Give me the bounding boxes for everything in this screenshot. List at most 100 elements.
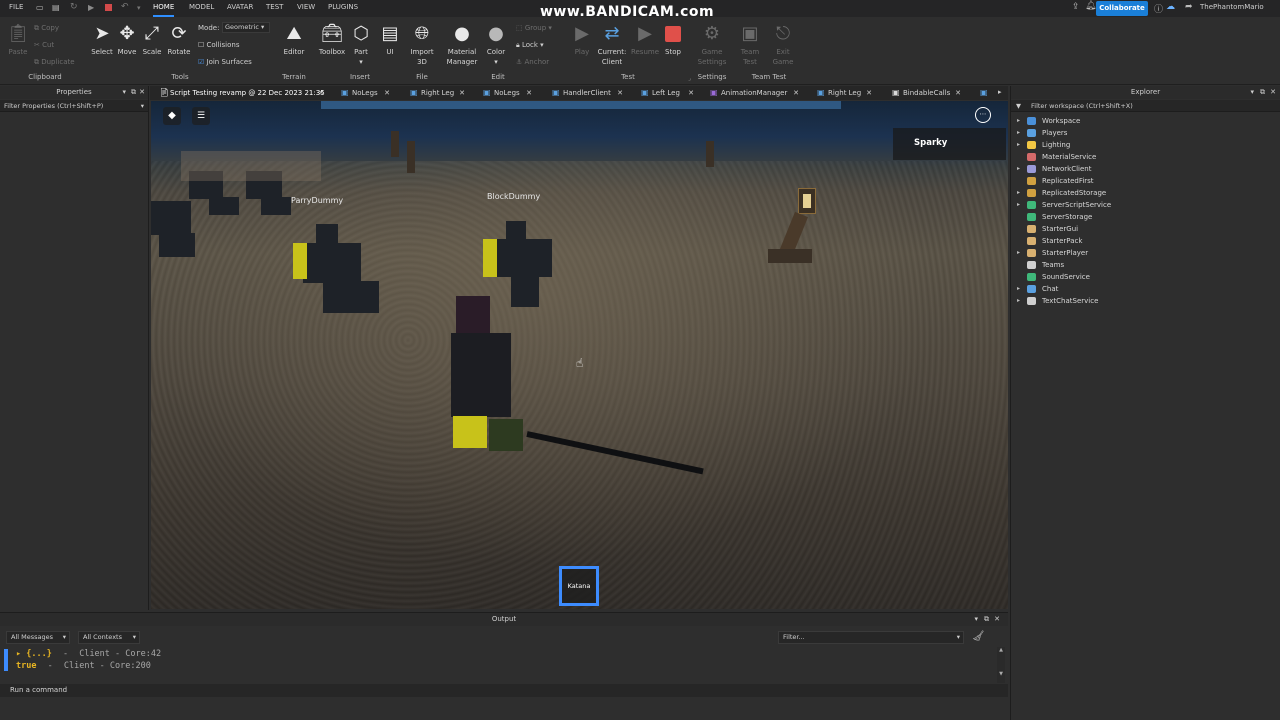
explorer-item[interactable]: ▸ Players: [1011, 127, 1280, 139]
resume-button[interactable]: ▶ Resume: [630, 23, 660, 57]
close-tab-icon[interactable]: ✕: [526, 86, 532, 100]
current-client-button[interactable]: ⇄ Current: Client: [596, 23, 628, 67]
close-tab-icon[interactable]: ✕: [793, 86, 799, 100]
roblox-menu-icon[interactable]: ◆: [163, 107, 181, 125]
quick-access-dropdown-icon[interactable]: ▾: [137, 4, 141, 12]
explorer-item[interactable]: ▸ NetworkClient: [1011, 163, 1280, 175]
explorer-item[interactable]: ServerStorage: [1011, 211, 1280, 223]
command-bar-input[interactable]: Run a command: [0, 684, 1008, 697]
mode-select[interactable]: Geometric ▾: [222, 22, 270, 33]
undock-icon[interactable]: ⧉: [1260, 86, 1265, 99]
contexts-filter-select[interactable]: All Contexts ▾: [78, 631, 140, 644]
play-button[interactable]: ▶ Play: [570, 23, 594, 57]
output-search-input[interactable]: Filter... ▾: [778, 631, 964, 644]
chevron-down-icon[interactable]: ▾: [122, 86, 126, 99]
explorer-item[interactable]: MaterialService: [1011, 151, 1280, 163]
share-icon[interactable]: ⇪: [1072, 2, 1080, 12]
bell-icon[interactable]: 🔔︎: [1085, 1, 1096, 11]
close-tab-icon[interactable]: ✕: [866, 86, 872, 100]
clear-output-icon[interactable]: 🧹︎: [972, 631, 985, 642]
close-tab-icon[interactable]: ✕: [318, 86, 324, 100]
material-manager-button[interactable]: ● Material Manager: [442, 23, 482, 67]
stop-small-icon[interactable]: [105, 4, 112, 11]
duplicate-button[interactable]: ⧉ Duplicate: [34, 58, 75, 67]
game-viewport[interactable]: ◆ ☰ ⋯ ParryDummy BlockDummy Sparky ☝ Kat…: [151, 101, 1008, 609]
tab-avatar[interactable]: AVATAR: [227, 3, 253, 11]
anchor-button[interactable]: ⚓ Anchor: [516, 58, 549, 66]
explorer-item[interactable]: StarterGui: [1011, 223, 1280, 235]
explorer-item[interactable]: ▸ ReplicatedStorage: [1011, 187, 1280, 199]
scale-button[interactable]: ⤢ Scale: [140, 23, 164, 57]
undock-icon[interactable]: ⧉: [131, 86, 136, 99]
scroll-down-icon[interactable]: ▼: [997, 671, 1005, 677]
tabs-scroll-right-icon[interactable]: ▸: [998, 88, 1002, 96]
join-surfaces-toggle[interactable]: ☑ Join Surfaces: [198, 58, 252, 66]
player-card[interactable]: Sparky: [893, 128, 1006, 160]
stop-button[interactable]: Stop: [661, 23, 685, 57]
rotate-button[interactable]: ⟳ Rotate: [165, 23, 193, 57]
expand-arrow-icon[interactable]: ▸: [1017, 199, 1020, 211]
explorer-item[interactable]: ReplicatedFirst: [1011, 175, 1280, 187]
close-icon[interactable]: ✕: [994, 613, 1000, 626]
group-button[interactable]: ⬚ Group ▾: [516, 24, 552, 32]
expand-arrow-icon[interactable]: ▸: [1017, 127, 1020, 139]
tab-model[interactable]: MODEL: [189, 3, 214, 11]
close-icon[interactable]: ✕: [139, 86, 145, 99]
undo-redo-icon[interactable]: ↻: [70, 2, 78, 12]
explorer-item[interactable]: ▸ Chat: [1011, 283, 1280, 295]
undock-icon[interactable]: ⧉: [984, 613, 989, 626]
chevron-down-icon[interactable]: ▾: [974, 613, 978, 626]
share-arrow-icon[interactable]: ➦: [1185, 2, 1193, 12]
explorer-item[interactable]: ▸ Lighting: [1011, 139, 1280, 151]
explorer-item[interactable]: StarterPack: [1011, 235, 1280, 247]
chevron-down-icon[interactable]: ▾: [1250, 86, 1254, 99]
part-button[interactable]: ⬡ Part ▾: [349, 23, 373, 67]
tab-script[interactable]: ▣ Left Leg ✕: [640, 86, 694, 100]
tab-script[interactable]: ▣ Right Leg ✕: [816, 86, 872, 100]
tab-script[interactable]: ▣ BindableCalls ✕: [891, 86, 961, 100]
hotbar-slot[interactable]: Katana: [559, 566, 599, 606]
help-icon[interactable]: ⓘ: [1154, 2, 1163, 15]
expand-arrow-icon[interactable]: ▸: [1017, 295, 1020, 307]
close-tab-icon[interactable]: ✕: [955, 86, 961, 100]
explorer-item[interactable]: Teams: [1011, 259, 1280, 271]
team-test-button[interactable]: ▣ Team Test: [735, 23, 765, 67]
move-button[interactable]: ✥ Move: [115, 23, 139, 57]
explorer-item[interactable]: ▸ Workspace: [1011, 115, 1280, 127]
play-small-icon[interactable]: ▶: [88, 3, 94, 12]
cut-button[interactable]: ✂ Cut: [34, 41, 54, 49]
tab-script[interactable]: ▣ NoLegs ✕: [482, 86, 532, 100]
tab-place[interactable]: 📄︎ Script Testing revamp @ 22 Dec 2023 21…: [158, 86, 325, 100]
expand-arrow-icon[interactable]: ▸: [1017, 247, 1020, 259]
toolbox-button[interactable]: 🧰︎ Toolbox: [316, 23, 348, 57]
new-file-icon[interactable]: ▭: [36, 3, 44, 12]
expand-arrow-icon[interactable]: ▸: [1017, 187, 1020, 199]
chat-icon[interactable]: ☰: [192, 107, 210, 125]
copy-button[interactable]: ⧉ Copy: [34, 24, 59, 33]
properties-filter-input[interactable]: Filter Properties (Ctrl+Shift+P) ▾: [0, 100, 148, 112]
tab-script[interactable]: ▣ AnimationManager ✕: [709, 86, 799, 100]
open-file-icon[interactable]: ▤: [52, 3, 60, 12]
explorer-item[interactable]: SoundService: [1011, 271, 1280, 283]
expand-arrow-icon[interactable]: ▸: [1017, 283, 1020, 295]
more-options-icon[interactable]: ⋯: [975, 107, 991, 123]
output-line[interactable]: ▸ {...} - Client - Core:42: [16, 649, 161, 659]
collisions-toggle[interactable]: ☐ Collisions: [198, 41, 239, 49]
explorer-item[interactable]: ▸ ServerScriptService: [1011, 199, 1280, 211]
close-tab-icon[interactable]: ✕: [384, 86, 390, 100]
overflow-tab-icon[interactable]: ▣: [980, 88, 988, 97]
terrain-editor-button[interactable]: ⛰ Editor: [280, 23, 308, 57]
tab-view[interactable]: VIEW: [297, 3, 315, 11]
close-tab-icon[interactable]: ✕: [617, 86, 623, 100]
explorer-filter-input[interactable]: ▼ Filter workspace (Ctrl+Shift+X): [1011, 100, 1280, 112]
import-3d-button[interactable]: 🌐︎ Import 3D: [405, 23, 439, 67]
collaborate-button[interactable]: Collaborate: [1096, 1, 1148, 16]
select-button[interactable]: ➤ Select: [90, 23, 114, 57]
cloud-icon[interactable]: ☁: [1166, 2, 1175, 12]
close-tab-icon[interactable]: ✕: [688, 86, 694, 100]
game-settings-button[interactable]: ⚙ Game Settings: [694, 23, 730, 67]
messages-filter-select[interactable]: All Messages ▾: [6, 631, 70, 644]
output-value[interactable]: ▸ {...}: [16, 649, 52, 659]
expand-arrow-icon[interactable]: ▸: [1017, 163, 1020, 175]
close-icon[interactable]: ✕: [1270, 86, 1276, 99]
